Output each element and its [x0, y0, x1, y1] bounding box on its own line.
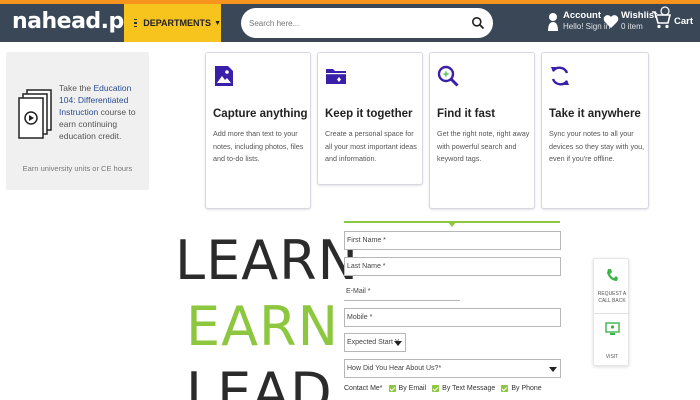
page: nahead.pk DEPARTMENTS ▼ Account Hello! S…: [0, 0, 700, 400]
slogan-learn: LEARN: [175, 229, 360, 292]
promo-hours: Earn university units or CE hours: [22, 164, 133, 173]
feature-card-find[interactable]: Find it fast Get the right note, right a…: [429, 52, 535, 209]
departments-label: DEPARTMENTS: [143, 18, 212, 28]
menu-icon: [134, 17, 138, 30]
request-callback-button[interactable]: REQUEST A CALL BACK: [594, 259, 630, 313]
callback-label: REQUEST A CALL BACK: [597, 291, 627, 304]
first-name-field[interactable]: First Name *: [344, 231, 561, 250]
caret-down-icon: ▼: [214, 19, 221, 27]
course-cards-icon: [18, 89, 52, 139]
visit-screen-icon: [605, 322, 620, 335]
feature-card-capture[interactable]: Capture anything Add more than text to y…: [205, 52, 311, 209]
chevron-down-icon: [549, 367, 557, 372]
course-promo-card[interactable]: Take the Education 104: Differentiated I…: [6, 52, 149, 190]
side-contact-widget: REQUEST A CALL BACK VISIT: [593, 258, 630, 367]
phone-icon: [607, 269, 618, 281]
image-icon: [215, 66, 233, 86]
contact-label: Contact Me*: [344, 385, 383, 392]
user-icon[interactable]: [547, 11, 559, 33]
checkbox-checked-icon: [388, 385, 396, 392]
feature-card-keep[interactable]: Keep it together Create a personal space…: [317, 52, 423, 185]
slogan-lead: LEAD: [186, 361, 333, 400]
search-icon[interactable]: [471, 16, 485, 30]
hear-about-select[interactable]: How Did You Hear About Us?*: [344, 359, 561, 378]
heart-icon[interactable]: [603, 14, 619, 29]
contact-preferences: Contact Me* By Email By Text Message By …: [344, 385, 542, 392]
search-bar: [241, 8, 493, 38]
contact-email-checkbox[interactable]: By Email: [388, 385, 426, 392]
feature-title: Keep it together: [325, 108, 413, 120]
promo-text: Take the Education 104: Differentiated I…: [59, 83, 136, 141]
cart-icon[interactable]: [650, 6, 672, 30]
expected-start-value: Expected Start Y: [347, 339, 400, 346]
feature-title: Take it anywhere: [549, 108, 641, 120]
checkbox-checked-icon: [432, 385, 440, 392]
hear-about-value: How Did You Hear About Us?*: [347, 365, 442, 372]
wishlist-count: 0 item: [621, 22, 643, 31]
site-header: nahead.pk DEPARTMENTS ▼ Account Hello! S…: [0, 4, 700, 42]
expected-start-select[interactable]: Expected Start Y: [344, 333, 406, 352]
visit-button[interactable]: VISIT: [594, 314, 630, 367]
departments-button[interactable]: DEPARTMENTS ▼: [124, 4, 221, 42]
visit-label: VISIT: [605, 354, 619, 360]
site-logo[interactable]: nahead.pk: [12, 9, 138, 34]
feature-desc: Create a personal space for all your mos…: [325, 129, 417, 163]
feature-desc: Add more than text to your notes, includ…: [213, 129, 304, 163]
feature-card-take[interactable]: Take it anywhere Sync your notes to all …: [541, 52, 649, 209]
contact-phone-checkbox[interactable]: By Phone: [501, 385, 542, 392]
feature-desc: Get the right note, right away with powe…: [437, 129, 530, 163]
account-title: Account: [563, 10, 601, 21]
contact-text-checkbox[interactable]: By Text Message: [432, 385, 495, 392]
checkbox-checked-icon: [501, 385, 509, 392]
feature-title: Capture anything: [213, 108, 308, 120]
form-notch: [448, 222, 456, 227]
sync-icon: [551, 66, 569, 86]
folder-icon: [326, 69, 346, 84]
search-icon: [437, 65, 459, 87]
feature-title: Find it fast: [437, 108, 496, 120]
mobile-field[interactable]: Mobile *: [344, 308, 561, 327]
chevron-down-icon: [394, 341, 402, 346]
cart-label: Cart: [674, 16, 694, 27]
email-field[interactable]: E-Mail *: [344, 283, 460, 301]
search-input[interactable]: [249, 14, 459, 32]
slogan-earn: EARN: [186, 295, 339, 358]
last-name-field[interactable]: Last Name *: [344, 257, 561, 276]
feature-desc: Sync your notes to all your devices so t…: [549, 129, 645, 163]
cart-link[interactable]: Cart: [674, 16, 693, 27]
